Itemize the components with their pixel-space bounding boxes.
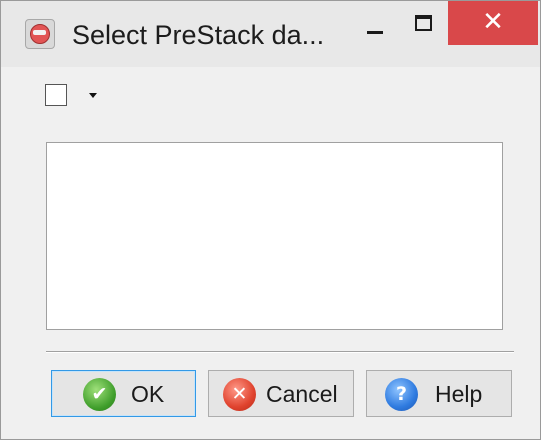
maximize-icon xyxy=(415,15,432,31)
caret-down-icon xyxy=(89,93,97,98)
checkmark-icon: ✔ xyxy=(83,378,116,411)
maximize-button[interactable] xyxy=(401,1,447,45)
close-button[interactable]: ✕ xyxy=(448,1,538,45)
minimize-icon xyxy=(367,31,383,34)
ok-button-label: OK xyxy=(131,381,165,407)
cancel-button[interactable]: ✕ Cancel xyxy=(208,370,354,417)
cancel-button-label: Cancel xyxy=(266,381,338,407)
minimize-button[interactable] xyxy=(351,1,399,45)
dataset-list[interactable] xyxy=(46,142,503,330)
cancel-icon: ✕ xyxy=(223,378,256,411)
app-icon-slit xyxy=(33,30,46,35)
select-prestack-dialog: Select PreStack da... ✕ ✔ OK ✕ Cancel ? … xyxy=(0,0,541,440)
separator xyxy=(46,351,514,353)
ok-button[interactable]: ✔ OK xyxy=(51,370,196,417)
help-button[interactable]: ? Help xyxy=(366,370,512,417)
help-icon: ? xyxy=(385,378,418,411)
selection-dropdown-button[interactable] xyxy=(83,87,103,103)
select-all-checkbox[interactable] xyxy=(45,84,67,106)
app-icon xyxy=(25,19,55,49)
title-bar[interactable]: Select PreStack da... ✕ xyxy=(1,1,540,67)
close-icon: ✕ xyxy=(482,7,504,37)
window-title: Select PreStack da... xyxy=(72,20,325,50)
help-button-label: Help xyxy=(435,381,483,407)
